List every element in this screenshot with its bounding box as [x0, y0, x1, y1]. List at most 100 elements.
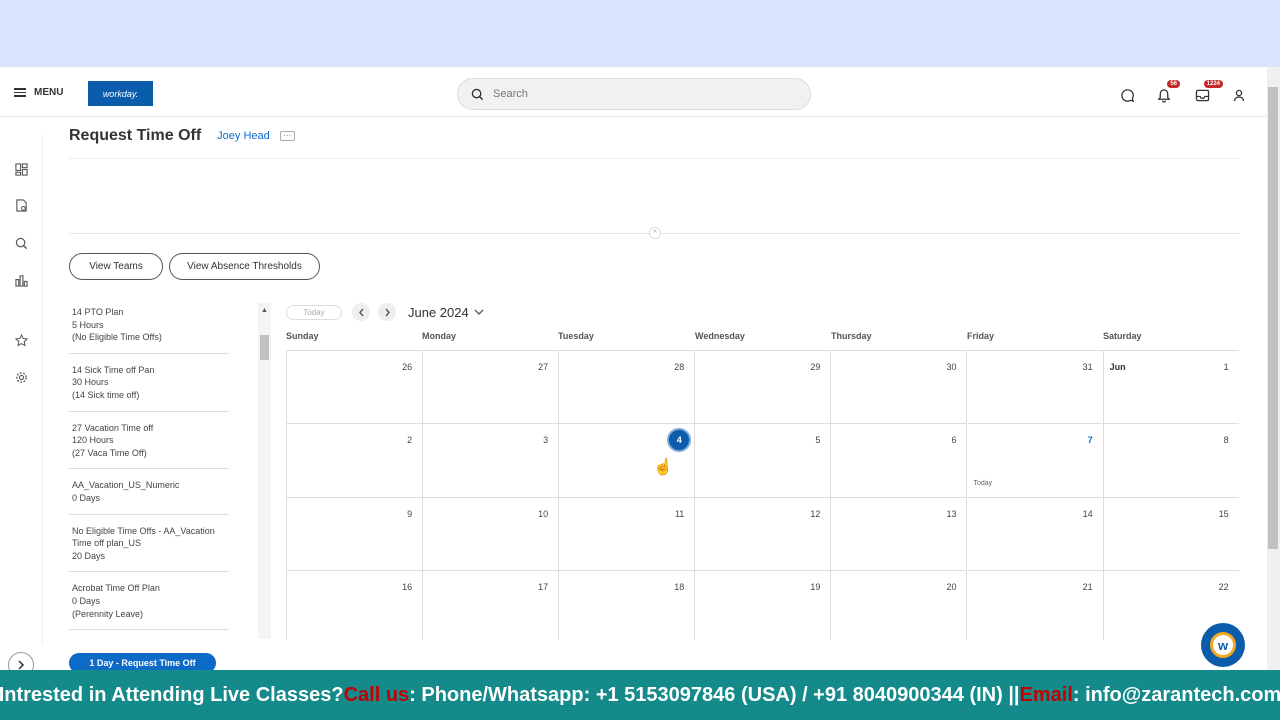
day-number: 3 — [543, 435, 549, 446]
banner-email-label: Email — [1019, 683, 1073, 706]
menu-button[interactable]: MENU — [14, 87, 63, 98]
app-header: MENU workday. 56 1224 — [0, 67, 1267, 117]
weekday-header: Friday — [967, 331, 995, 341]
today-button[interactable]: Today — [286, 304, 342, 320]
inbox-button[interactable]: 1224 — [1193, 80, 1223, 104]
calendar-day[interactable]: 5 — [695, 424, 832, 498]
browser-top-band — [0, 0, 1280, 67]
worker-link[interactable]: Joey Head — [217, 130, 270, 142]
related-actions-button[interactable]: ··· — [279, 131, 295, 141]
calendar-day[interactable]: 14 — [967, 497, 1104, 572]
plan-balance: 120 Hours — [72, 435, 114, 446]
calendar-day[interactable]: 3 — [423, 424, 560, 498]
chevron-down-icon — [474, 309, 484, 315]
scroll-up-arrow-icon[interactable]: ▲ — [261, 307, 268, 314]
workday-logo[interactable]: workday. — [88, 81, 153, 106]
selected-day-number: 4 — [667, 428, 692, 453]
calendar-day[interactable]: 15 — [1103, 497, 1239, 572]
day-number: 10 — [538, 508, 549, 519]
calendar-day[interactable]: 16 — [287, 571, 424, 640]
plans-scrollbar[interactable]: ▲ — [258, 303, 271, 639]
calendar-day[interactable]: 9 — [287, 497, 424, 572]
calendar-day[interactable]: 6 — [831, 424, 968, 498]
day-number: 19 — [810, 582, 821, 593]
calendar-day[interactable]: 17 — [423, 571, 560, 640]
document-search-icon[interactable] — [13, 198, 29, 214]
day-number: 1 — [1223, 362, 1229, 372]
plan-balance: 20 Days — [72, 550, 106, 561]
calendar-day[interactable]: 8 — [1103, 424, 1239, 498]
notifications-button[interactable]: 56 — [1155, 80, 1180, 104]
view-teams-button[interactable]: View Teams — [69, 253, 163, 280]
bar-chart-icon[interactable] — [13, 272, 29, 288]
calendar-day[interactable]: 28 — [559, 351, 696, 425]
calendar-day[interactable]: 21 — [968, 571, 1104, 640]
view-absence-thresholds-button[interactable]: View Absence Thresholds — [169, 253, 320, 280]
collapse-button[interactable]: ^ — [649, 227, 661, 239]
calendar-day[interactable]: 10 — [423, 497, 560, 572]
page-title-row: Request Time Off Joey Head ··· — [69, 127, 295, 145]
calendar-day[interactable]: 19 — [695, 571, 832, 640]
plan-detail: (14 Sick time off) — [72, 389, 140, 400]
plan-name: 14 Sick Time off Pan — [72, 364, 155, 375]
gear-icon[interactable] — [13, 369, 29, 385]
star-icon[interactable] — [13, 332, 29, 348]
hamburger-icon — [14, 88, 26, 97]
day-number: 11 — [674, 508, 685, 519]
profile-button[interactable] — [1230, 86, 1248, 104]
day-number: 16 — [402, 582, 413, 593]
plan-name: Acrobat Time Off Plan — [72, 583, 160, 594]
plan-balance: 0 Days — [72, 595, 101, 606]
calendar-day[interactable]: Jun 1 — [1103, 351, 1239, 425]
weekday-header: Tuesday — [558, 331, 594, 341]
weekday-header: Sunday — [286, 331, 319, 341]
calendar-day[interactable]: 13 — [831, 497, 968, 572]
plan-name-cont: Time off plan_US — [72, 538, 142, 549]
day-number: 21 — [1082, 582, 1093, 593]
search-bar[interactable] — [457, 78, 811, 110]
today-marker: Today — [973, 480, 993, 488]
next-month-button[interactable] — [378, 303, 396, 321]
day-number: 5 — [815, 435, 821, 446]
previous-month-button[interactable] — [352, 303, 370, 321]
menu-label: MENU — [34, 87, 64, 98]
search-zoom-icon[interactable] — [13, 235, 29, 251]
bell-icon — [1157, 88, 1171, 103]
day-number: 26 — [402, 362, 413, 372]
plans-scrollbar-thumb[interactable] — [260, 335, 269, 360]
plan-name: No Eligible Time Offs - AA_Vacation — [72, 525, 215, 536]
weekday-header: Monday — [422, 331, 457, 341]
inbox-icon — [1195, 89, 1209, 101]
page-scrollbar[interactable] — [1267, 67, 1280, 670]
calendar-day[interactable]: 27 — [423, 351, 560, 425]
calendar-day[interactable]: 31 — [967, 351, 1104, 425]
calendar-day[interactable]: 11 — [559, 497, 696, 572]
day-number: 9 — [407, 508, 413, 519]
calendar-toolbar: Today June 2024 — [286, 303, 484, 321]
chat-icon[interactable] — [1118, 86, 1136, 104]
calendar-grid: 26 27 28 29 30 31 Jun 1 2 3 4 5 6 7 Today … — [286, 350, 1239, 640]
calendar-day[interactable]: 12 — [695, 497, 832, 572]
today-day-number: 7 — [1087, 435, 1093, 446]
weekday-header: Thursday — [831, 331, 872, 341]
day-number: 31 — [1082, 362, 1093, 372]
plan-item: Acrobat Time Off Plan 0 Days (Perennity … — [69, 579, 229, 631]
dashboard-icon[interactable] — [13, 161, 29, 177]
calendar-day[interactable]: 26 — [287, 351, 424, 425]
help-assistant-button[interactable]: w — [1201, 623, 1245, 667]
calendar-day-selected[interactable]: 4 — [559, 424, 696, 498]
plan-detail: (Perennity Leave) — [72, 608, 144, 619]
day-number: 17 — [538, 582, 549, 593]
banner-call-us: Call us — [343, 683, 410, 706]
page-scrollbar-thumb[interactable] — [1268, 87, 1278, 549]
calendar-day[interactable]: 30 — [831, 351, 968, 425]
calendar-day[interactable]: 18 — [559, 571, 696, 640]
calendar-day[interactable]: 29 — [695, 351, 832, 425]
search-input[interactable] — [493, 88, 773, 100]
calendar-day[interactable]: 2 — [287, 424, 424, 498]
plan-balance: 30 Hours — [72, 377, 109, 388]
day-number: 8 — [1223, 435, 1229, 446]
month-selector[interactable]: June 2024 — [408, 305, 484, 320]
calendar-day[interactable]: 20 — [831, 571, 968, 640]
calendar-day-today[interactable]: 7 Today — [967, 424, 1104, 498]
